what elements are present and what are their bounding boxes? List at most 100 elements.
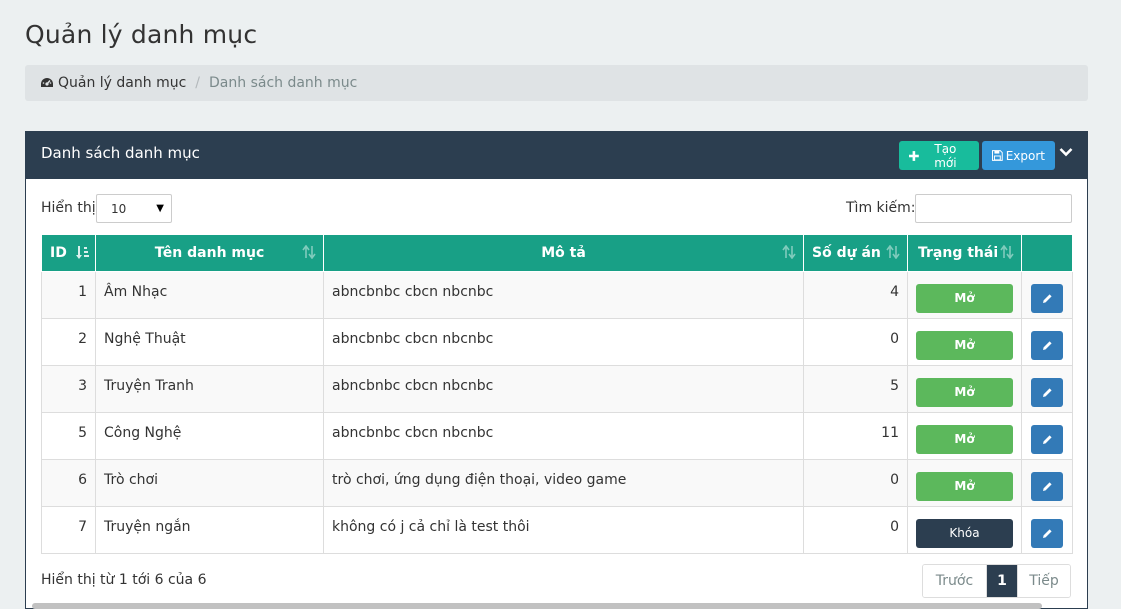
cell-status: Mở <box>907 364 1022 413</box>
status-toggle-button[interactable]: Mở <box>916 424 1013 454</box>
status-toggle-button[interactable]: Mở <box>916 330 1013 360</box>
table-row: 6 Trò chơi trò chơi, ứng dụng điện thoại, … <box>41 458 1073 507</box>
sort-icon <box>782 245 796 259</box>
horizontal-scrollbar[interactable] <box>32 603 1042 609</box>
cell-status: Mở <box>907 458 1022 507</box>
cell-id: 7 <box>41 505 96 554</box>
status-toggle-button[interactable]: Khóa <box>916 518 1013 548</box>
cell-description: abncbnbc cbcn nbcnbc <box>323 411 804 460</box>
cell-actions <box>1021 458 1073 507</box>
export-button-label: Export <box>1005 148 1045 163</box>
length-label: Hiển thị <box>41 200 96 216</box>
table-row: 2 Nghệ Thuật abncbnbc cbcn nbcnbc 0 Mở <box>41 317 1073 366</box>
edit-button[interactable] <box>1031 330 1063 360</box>
column-header-id[interactable]: ID <box>41 235 96 272</box>
table-info: Hiển thị từ 1 tới 6 của 6 <box>41 572 207 588</box>
cell-id: 2 <box>41 317 96 366</box>
column-header-name[interactable]: Tên danh mục <box>95 235 324 272</box>
cell-project-count: 0 <box>803 317 908 366</box>
cell-name: Công Nghệ <box>95 411 324 460</box>
page-1-button[interactable]: 1 <box>987 565 1018 597</box>
cell-description: abncbnbc cbcn nbcnbc <box>323 317 804 366</box>
cell-description: không có j cả chỉ là test thôi <box>323 505 804 554</box>
edit-button[interactable] <box>1031 518 1063 548</box>
page-title: Quản lý danh mục <box>25 20 258 49</box>
breadcrumb-home-link[interactable]: Quản lý danh mục <box>40 75 186 91</box>
table-header-row: ID Tên danh mục Mô tả Số dự án Trạng thá… <box>41 235 1073 272</box>
cell-project-count: 11 <box>803 411 908 460</box>
breadcrumb-separator: / <box>195 75 201 91</box>
cell-name: Trò chơi <box>95 458 324 507</box>
pencil-icon <box>1042 481 1052 491</box>
create-button[interactable]: Tạo mới <box>899 141 979 170</box>
pencil-icon <box>1042 340 1052 350</box>
cell-id: 5 <box>41 411 96 460</box>
breadcrumb: Quản lý danh mục / Danh sách danh mục <box>25 65 1088 101</box>
cell-id: 6 <box>41 458 96 507</box>
panel-heading: Danh sách danh mục Tạo mới Export <box>26 132 1087 179</box>
cell-actions <box>1021 411 1073 460</box>
cell-name: Âm Nhạc <box>95 270 324 319</box>
table-row: 1 Âm Nhạc abncbnbc cbcn nbcnbc 4 Mở <box>41 270 1073 319</box>
edit-button[interactable] <box>1031 424 1063 454</box>
column-header-status[interactable]: Trạng thái <box>907 235 1022 272</box>
cell-description: abncbnbc cbcn nbcnbc <box>323 364 804 413</box>
breadcrumb-home-label: Quản lý danh mục <box>58 75 187 91</box>
search-input[interactable] <box>915 194 1072 223</box>
cell-project-count: 0 <box>803 458 908 507</box>
cell-description: trò chơi, ứng dụng điện thoại, video gam… <box>323 458 804 507</box>
cell-name: Nghệ Thuật <box>95 317 324 366</box>
cell-actions <box>1021 505 1073 554</box>
status-toggle-button[interactable]: Mở <box>916 471 1013 501</box>
sort-icon <box>1000 245 1014 259</box>
plus-icon <box>909 150 919 161</box>
table-body: 1 Âm Nhạc abncbnbc cbcn nbcnbc 4 Mở 2 Nghệ Thu… <box>41 270 1073 554</box>
page-length-select[interactable]: 10 ▼ <box>96 194 172 223</box>
cell-name: Truyện Tranh <box>95 364 324 413</box>
cell-status: Mở <box>907 411 1022 460</box>
breadcrumb-current: Danh sách danh mục <box>209 75 358 91</box>
caret-down-icon: ▼ <box>156 203 164 214</box>
cell-project-count: 5 <box>803 364 908 413</box>
sort-asc-icon <box>75 245 89 259</box>
edit-button[interactable] <box>1031 471 1063 501</box>
cell-status: Mở <box>907 317 1022 366</box>
dashboard-icon <box>41 78 53 87</box>
pencil-icon <box>1042 387 1052 397</box>
cell-status: Khóa <box>907 505 1022 554</box>
table-row: 5 Công Nghệ abncbnbc cbcn nbcnbc 11 Mở <box>41 411 1073 460</box>
chevron-down-icon[interactable] <box>1059 147 1073 157</box>
column-header-project-count[interactable]: Số dự án <box>803 235 908 272</box>
edit-button[interactable] <box>1031 377 1063 407</box>
cell-actions <box>1021 270 1073 319</box>
category-table: ID Tên danh mục Mô tả Số dự án Trạng thá… <box>41 235 1073 554</box>
column-header-actions <box>1021 235 1073 272</box>
category-panel: Danh sách danh mục Tạo mới Export Hiển t… <box>25 131 1088 609</box>
status-toggle-button[interactable]: Mở <box>916 377 1013 407</box>
export-button[interactable]: Export <box>982 141 1055 170</box>
previous-page-button[interactable]: Trước <box>923 565 987 597</box>
table-row: 3 Truyện Tranh abncbnbc cbcn nbcnbc 5 Mở <box>41 364 1073 413</box>
pencil-icon <box>1042 293 1052 303</box>
column-header-description[interactable]: Mô tả <box>323 235 804 272</box>
cell-description: abncbnbc cbcn nbcnbc <box>323 270 804 319</box>
sort-icon <box>302 245 316 259</box>
sort-icon <box>886 245 900 259</box>
cell-actions <box>1021 317 1073 366</box>
pagination: Trước 1 Tiếp <box>922 564 1071 598</box>
create-button-label: Tạo mới <box>934 141 957 170</box>
edit-button[interactable] <box>1031 283 1063 313</box>
next-page-button[interactable]: Tiếp <box>1018 565 1070 597</box>
page-length-value: 10 <box>111 201 127 216</box>
cell-id: 3 <box>41 364 96 413</box>
pencil-icon <box>1042 528 1052 538</box>
floppy-icon <box>992 150 1003 161</box>
cell-project-count: 4 <box>803 270 908 319</box>
cell-project-count: 0 <box>803 505 908 554</box>
table-row: 7 Truyện ngắn không có j cả chỉ là test th… <box>41 505 1073 554</box>
status-toggle-button[interactable]: Mở <box>916 283 1013 313</box>
panel-title: Danh sách danh mục <box>41 144 200 162</box>
cell-name: Truyện ngắn <box>95 505 324 554</box>
cell-actions <box>1021 364 1073 413</box>
search-label: Tìm kiếm: <box>846 200 916 216</box>
